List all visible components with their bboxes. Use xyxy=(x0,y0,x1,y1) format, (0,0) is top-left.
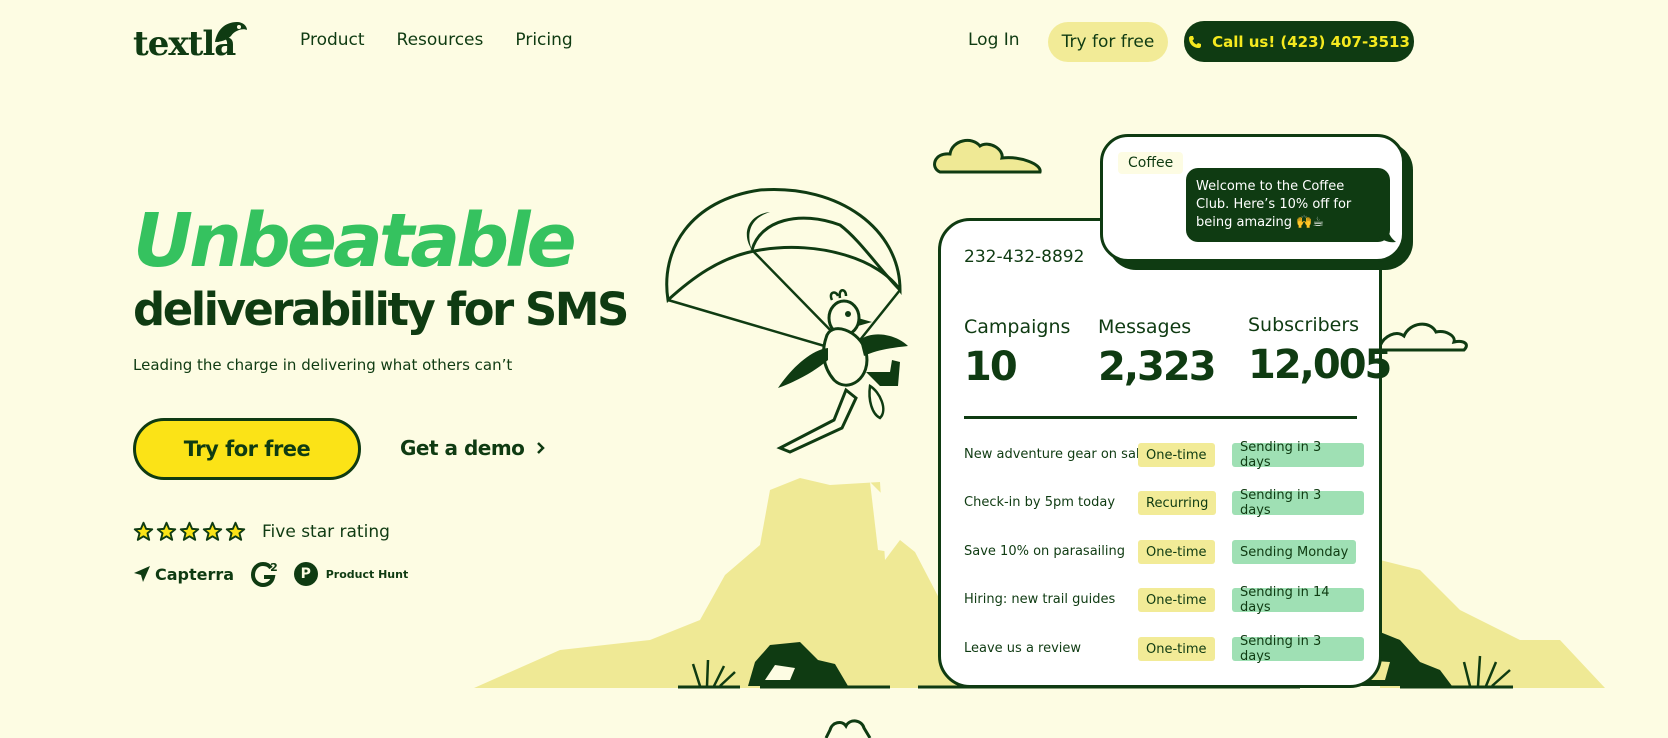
star-icon xyxy=(179,521,200,541)
stat-value: 12,005 xyxy=(1248,342,1392,388)
stat-label: Messages xyxy=(1098,316,1192,338)
campaign-type-tag: One-time xyxy=(1138,588,1215,612)
campaign-row[interactable]: Save 10% on parasailing One-time Sending… xyxy=(964,540,1364,564)
call-us-label: Call us! (423) 407-3513 xyxy=(1212,32,1410,51)
campaign-name: Save 10% on parasailing xyxy=(964,544,1125,559)
campaign-status-tag: Sending in 3 days xyxy=(1232,634,1364,664)
hero-subtitle: Leading the charge in delivering what ot… xyxy=(133,356,513,374)
stat-subscribers: Subscribers 12,005 xyxy=(1248,314,1392,388)
chevron-right-icon xyxy=(537,442,546,454)
main-nav: Product Resources Pricing xyxy=(300,30,573,50)
campaign-status-tag: Sending in 3 days xyxy=(1232,440,1364,470)
campaign-status-tag: Sending Monday xyxy=(1232,540,1357,564)
campaign-name: Check-in by 5pm today xyxy=(964,495,1116,510)
producthunt-badge[interactable]: P Product Hunt xyxy=(293,562,409,586)
call-us-button[interactable]: Call us! (423) 407-3513 xyxy=(1184,21,1414,62)
textla-logo[interactable]: textla xyxy=(133,18,248,64)
campaign-name: Leave us a review xyxy=(964,641,1082,656)
try-free-hero-label: Try for free xyxy=(183,437,311,461)
campaign-name: Hiring: new trail guides xyxy=(964,592,1116,607)
star-icon xyxy=(133,521,154,541)
producthunt-label: Product Hunt xyxy=(325,567,409,581)
stat-campaigns: Campaigns 10 xyxy=(964,316,1071,390)
get-demo-label: Get a demo xyxy=(400,436,525,460)
producthunt-icon: P xyxy=(293,562,318,586)
try-free-nav-label: Try for free xyxy=(1061,32,1155,52)
capterra-arrow-icon xyxy=(134,566,150,582)
star-icon xyxy=(225,521,246,541)
stat-value: 2,323 xyxy=(1098,344,1217,390)
stat-messages: Messages 2,323 xyxy=(1098,316,1217,390)
login-link[interactable]: Log In xyxy=(968,30,1020,50)
star-icon xyxy=(202,521,223,541)
stat-value: 10 xyxy=(964,344,1018,390)
rating-label: Five star rating xyxy=(262,522,390,542)
nav-pricing[interactable]: Pricing xyxy=(515,30,572,50)
get-demo-link[interactable]: Get a demo xyxy=(400,436,546,460)
capterra-badge[interactable]: Capterra xyxy=(133,565,234,584)
nav-product[interactable]: Product xyxy=(300,30,365,50)
logo-bird-icon xyxy=(215,22,247,42)
stats-divider xyxy=(964,416,1357,419)
campaign-row[interactable]: Hiring: new trail guides One-time Sendin… xyxy=(964,585,1364,615)
campaign-status-tag: Sending in 14 days xyxy=(1232,585,1364,615)
hero-headline-highlight: Unbeatable xyxy=(133,198,577,284)
nav-resources[interactable]: Resources xyxy=(397,30,484,50)
g2-badge[interactable]: 2 xyxy=(250,560,278,588)
phone-number: 232-432-8892 xyxy=(964,247,1085,267)
phone-icon xyxy=(1189,35,1202,48)
star-icon xyxy=(156,521,177,541)
stat-label: Subscribers xyxy=(1248,314,1360,336)
stat-label: Campaigns xyxy=(964,316,1071,338)
campaign-name: New adventure gear on sale xyxy=(964,447,1148,462)
campaign-status-tag: Sending in 3 days xyxy=(1232,488,1364,518)
g2-superscript: 2 xyxy=(270,560,278,574)
campaign-row[interactable]: New adventure gear on sale One-time Send… xyxy=(964,440,1364,470)
campaign-type-tag: One-time xyxy=(1138,540,1215,564)
review-badges: Capterra 2 P Product Hunt xyxy=(133,560,408,588)
campaign-type-tag: One-time xyxy=(1138,443,1215,467)
bubble-tail-icon xyxy=(1378,228,1396,243)
campaign-type-tag: Recurring xyxy=(1138,491,1217,515)
capterra-label: Capterra xyxy=(155,564,235,584)
star-rating xyxy=(133,521,246,542)
hero-headline: deliverability for SMS xyxy=(133,283,629,336)
try-free-nav-button[interactable]: Try for free xyxy=(1048,22,1168,62)
campaign-row[interactable]: Check-in by 5pm today Recurring Sending … xyxy=(964,488,1364,518)
campaign-row[interactable]: Leave us a review One-time Sending in 3 … xyxy=(964,634,1364,664)
message-sender: Coffee xyxy=(1118,152,1184,174)
try-free-hero-button[interactable]: Try for free xyxy=(133,418,361,480)
message-bubble: Welcome to the Coffee Club. Here’s 10% o… xyxy=(1186,168,1390,242)
campaign-type-tag: One-time xyxy=(1138,637,1215,661)
